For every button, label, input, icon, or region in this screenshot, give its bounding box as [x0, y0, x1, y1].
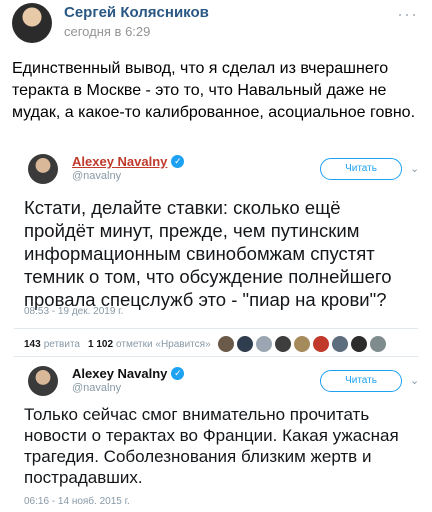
- tweet-stats: 143 ретвита 1 102 отметки «Нравится»: [24, 335, 219, 353]
- liker-avatar[interactable]: [256, 336, 272, 352]
- divider: [14, 328, 418, 329]
- likes-label: отметки «Нравится»: [116, 338, 211, 350]
- follow-button[interactable]: Читать: [320, 158, 402, 180]
- author-name[interactable]: Сергей Колясников: [64, 4, 209, 21]
- follow-button[interactable]: Читать: [320, 370, 402, 392]
- liker-avatar[interactable]: [218, 336, 234, 352]
- liker-avatar[interactable]: [313, 336, 329, 352]
- tweet-author-name[interactable]: Alexey Navalny: [72, 366, 167, 381]
- tweet-text: Кстати, делайте ставки: сколько ещё прой…: [24, 197, 392, 310]
- chevron-down-icon[interactable]: ⌄: [410, 374, 419, 387]
- post-header: Сергей Колясников сегодня в 6:29 ···: [0, 0, 432, 52]
- verified-badge-icon: ✓: [171, 155, 185, 168]
- retweets-label: ретвита: [43, 338, 80, 350]
- tweet-date[interactable]: 08:53 - 19 дек. 2019 г.: [24, 306, 123, 317]
- liker-avatar[interactable]: [332, 336, 348, 352]
- likes-count[interactable]: 1 102: [88, 339, 113, 350]
- tweet-author-name[interactable]: Alexey Navalny: [72, 154, 167, 169]
- tweet-author-avatar[interactable]: [28, 154, 58, 184]
- chevron-down-icon[interactable]: ⌄: [410, 162, 419, 175]
- liker-avatars[interactable]: [218, 336, 386, 352]
- liker-avatar[interactable]: [351, 336, 367, 352]
- tweet-author-handle: @navalny: [72, 170, 122, 182]
- tweet-date[interactable]: 06:16 - 14 нояб. 2015 г.: [24, 496, 130, 507]
- more-options-icon[interactable]: ···: [397, 4, 418, 25]
- retweets-count[interactable]: 143: [24, 339, 41, 350]
- tweet-text: Только сейчас смог внимательно прочитать…: [24, 405, 399, 487]
- tweet-author-handle: @navalny: [72, 382, 122, 394]
- liker-avatar[interactable]: [237, 336, 253, 352]
- author-avatar[interactable]: [12, 3, 52, 43]
- liker-avatar[interactable]: [370, 336, 386, 352]
- tweet-author-avatar[interactable]: [28, 366, 58, 396]
- tweet-name-row: Alexey Navalny ✓: [72, 366, 185, 381]
- liker-avatar[interactable]: [275, 336, 291, 352]
- verified-badge-icon: ✓: [171, 367, 185, 380]
- post-text: Единственный вывод, что я сделал из вчер…: [12, 60, 416, 121]
- liker-avatar[interactable]: [294, 336, 310, 352]
- divider: [14, 356, 418, 357]
- post-time[interactable]: сегодня в 6:29: [64, 24, 150, 39]
- tweet-name-row: Alexey Navalny ✓: [72, 154, 185, 169]
